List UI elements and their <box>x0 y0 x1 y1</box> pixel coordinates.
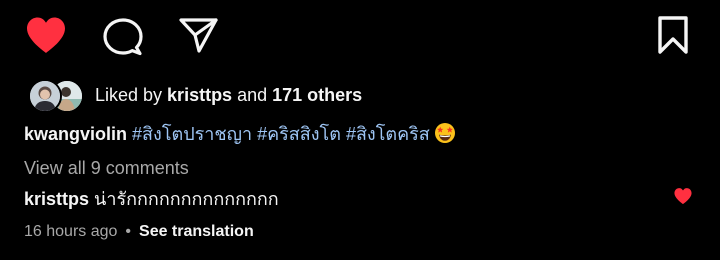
like-button[interactable] <box>24 15 68 55</box>
comment-button[interactable] <box>101 16 145 58</box>
view-all-comments-link[interactable]: View all 9 comments <box>24 157 189 179</box>
person-photo-icon <box>30 81 60 111</box>
speech-bubble-icon <box>103 18 143 56</box>
likes-text: Liked by kristtps and 171 others <box>95 85 362 105</box>
post-timestamp: 16 hours ago <box>24 223 118 240</box>
comment-like-button[interactable] <box>673 187 693 210</box>
hashtag[interactable]: #สิงโตคริส <box>346 124 430 144</box>
paper-plane-icon <box>179 18 218 53</box>
comment-text: น่ารักกกกกกกกกกกกกก <box>94 189 279 209</box>
star-struck-emoji-icon <box>434 122 456 149</box>
caption-username[interactable]: kwangviolin <box>24 124 127 144</box>
see-translation-link[interactable]: See translation <box>139 223 254 240</box>
heart-filled-icon <box>674 188 692 205</box>
liker-avatars <box>28 79 86 113</box>
meta-separator: • <box>125 223 132 240</box>
comment-username[interactable]: kristtps <box>24 189 89 209</box>
liker-username[interactable]: kristtps <box>167 85 232 105</box>
hashtag[interactable]: #สิงโตปราชญา <box>132 124 252 144</box>
avatar <box>28 79 62 113</box>
post-caption: kwangviolin #สิงโตปราชญา #คริสสิงโต #สิง… <box>24 122 456 149</box>
likes-conjunction: and <box>232 85 273 105</box>
post-action-bar <box>0 0 720 72</box>
hashtag[interactable]: #คริสสิงโต <box>257 124 341 144</box>
top-comment: kristtps น่ารักกกกกกกกกกกกกก <box>24 188 279 210</box>
heart-filled-icon <box>27 17 65 53</box>
save-button[interactable] <box>653 15 693 55</box>
post-meta: 16 hours ago • See translation <box>24 222 254 242</box>
likes-prefix: Liked by <box>95 85 168 105</box>
likes-others-count[interactable]: 171 others <box>272 85 362 105</box>
share-button[interactable] <box>177 16 219 56</box>
bookmark-icon <box>658 16 688 54</box>
likes-summary[interactable]: Liked by kristtps and 171 others <box>28 78 362 113</box>
